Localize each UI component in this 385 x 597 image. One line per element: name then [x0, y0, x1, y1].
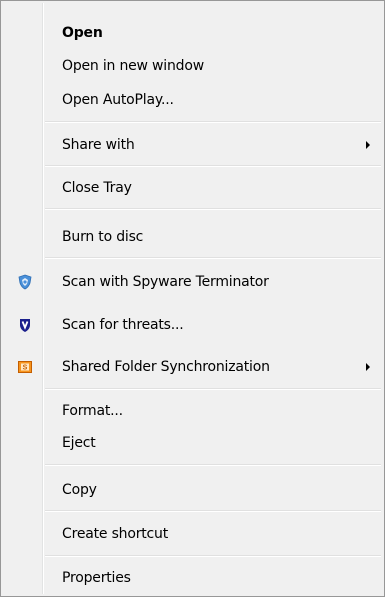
menu-item-label: Share with — [62, 137, 135, 153]
menu-item-label: Open in new window — [62, 58, 204, 74]
menu-item-label: Eject — [62, 435, 96, 451]
menu-item-close-tray[interactable]: Close Tray — [3, 173, 382, 203]
menu-item-label: Format... — [62, 403, 123, 419]
menu-item-open-autoplay[interactable]: Open AutoPlay... — [3, 85, 382, 115]
menu-item-properties[interactable]: Properties — [3, 563, 382, 593]
menu-separator — [45, 121, 381, 123]
menu-item-label: Open — [62, 25, 103, 41]
menu-item-label: Shared Folder Synchronization — [62, 359, 270, 375]
menu-item-create-shortcut[interactable]: Create shortcut — [3, 519, 382, 549]
menu-item-scan-with-spyware-terminator[interactable]: Scan with Spyware Terminator — [3, 267, 382, 297]
menu-separator — [45, 165, 381, 167]
menu-item-format[interactable]: Format... — [3, 396, 382, 426]
menu-item-label: Burn to disc — [62, 229, 144, 245]
menu-separator — [45, 257, 381, 259]
menu-item-copy[interactable]: Copy — [3, 475, 382, 505]
menu-item-label: Close Tray — [62, 180, 132, 196]
menu-item-label: Create shortcut — [62, 526, 169, 542]
menu-separator — [45, 510, 381, 512]
menu-separator — [45, 388, 381, 390]
antivirus-shield-icon — [17, 317, 33, 333]
shared-folder-sync-icon: S — [17, 359, 33, 375]
menu-separator — [45, 208, 381, 210]
menu-item-share-with[interactable]: Share with — [3, 130, 382, 160]
menu-item-label: Copy — [62, 482, 97, 498]
menu-item-label: Open AutoPlay... — [62, 92, 174, 108]
submenu-arrow-icon — [366, 141, 370, 149]
menu-item-eject[interactable]: Eject — [3, 428, 382, 458]
svg-text:S: S — [23, 365, 28, 372]
context-menu: Open Open in new window Open AutoPlay...… — [0, 0, 385, 597]
menu-item-scan-for-threats[interactable]: Scan for threats... — [3, 310, 382, 340]
menu-item-burn-to-disc[interactable]: Burn to disc — [3, 222, 382, 252]
menu-item-label: Scan for threats... — [62, 317, 184, 333]
menu-separator — [45, 464, 381, 466]
menu-item-open[interactable]: Open — [3, 18, 382, 48]
spyware-terminator-shield-icon — [17, 274, 33, 290]
menu-item-label: Properties — [62, 570, 131, 586]
menu-separator — [45, 555, 381, 557]
submenu-arrow-icon — [366, 363, 370, 371]
menu-item-open-in-new-window[interactable]: Open in new window — [3, 51, 382, 81]
menu-item-label: Scan with Spyware Terminator — [62, 274, 269, 290]
menu-item-shared-folder-synchronization[interactable]: S Shared Folder Synchronization — [3, 352, 382, 382]
